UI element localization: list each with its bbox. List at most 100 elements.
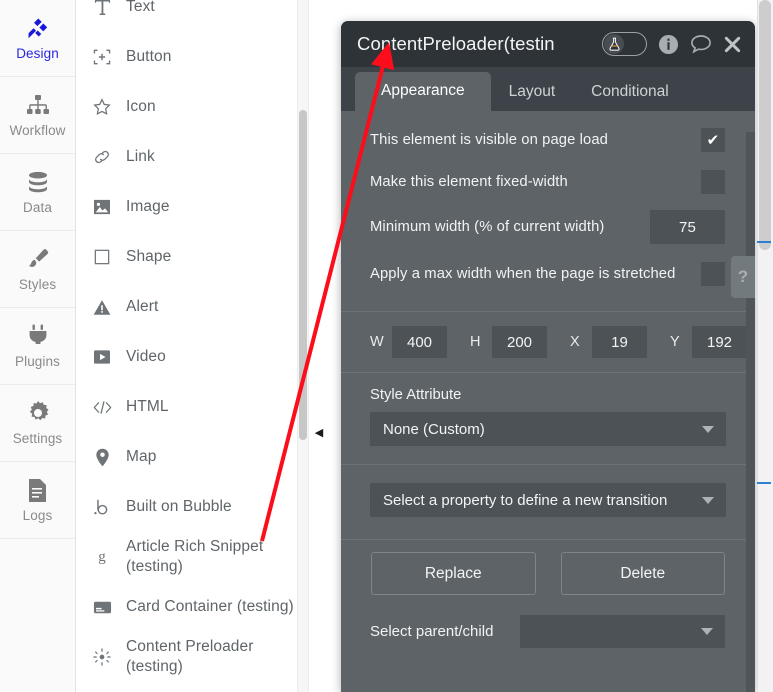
delete-button[interactable]: Delete: [561, 552, 726, 595]
palette-item-shape[interactable]: Shape: [76, 232, 311, 282]
nav-item-logs[interactable]: Logs: [0, 462, 75, 539]
button-bracket-plus-icon: [88, 45, 116, 69]
palette-item-label: Button: [126, 47, 171, 67]
checkbox-visible-on-page-load[interactable]: ✔: [701, 128, 725, 152]
nav-item-design[interactable]: Design: [0, 0, 75, 77]
alert-triangle-icon: [88, 295, 116, 319]
tab-appearance[interactable]: Appearance: [355, 72, 491, 111]
property-editor-panel: ContentPreloader(testin: [341, 21, 755, 692]
transition-section: Select a property to define a new transi…: [341, 483, 755, 517]
style-attribute-section: Style Attribute None (Custom): [341, 387, 755, 446]
comment-bubble-icon[interactable]: [690, 34, 712, 54]
nav-item-plugins[interactable]: Plugins: [0, 308, 75, 385]
dropdown-style-attribute[interactable]: None (Custom): [370, 412, 726, 446]
palette-item-built-on-bubble[interactable]: Built on Bubble: [76, 482, 311, 532]
dropdown-value: None (Custom): [383, 421, 485, 438]
divider: [341, 311, 755, 312]
palette-item-map[interactable]: Map: [76, 432, 311, 482]
palette-item-label: Video: [126, 347, 166, 367]
card-container-icon: [88, 595, 116, 619]
tab-conditional[interactable]: Conditional: [573, 74, 687, 111]
help-question-icon[interactable]: ?: [731, 256, 755, 298]
star-outline-icon: [88, 95, 116, 119]
property-panel-scrollbar[interactable]: [746, 132, 755, 692]
geometry-row: W 400 H 200 X 19 Y 192: [341, 318, 755, 366]
input-width[interactable]: 400: [392, 326, 447, 358]
checkmark-icon: ✔: [707, 131, 720, 149]
tab-layout[interactable]: Layout: [491, 74, 574, 111]
row-visible-on-page-load: This element is visible on page load ✔: [341, 119, 755, 161]
palette-item-label: Shape: [126, 247, 171, 267]
nav-item-label: Settings: [13, 431, 63, 446]
row-label: This element is visible on page load: [370, 132, 608, 148]
link-chain-icon: [88, 145, 116, 169]
scroll-accent-mark: [757, 482, 771, 484]
flask-beaker-toggle: [604, 34, 624, 54]
info-circle-icon[interactable]: [658, 34, 679, 55]
input-minimum-width[interactable]: 75: [650, 210, 725, 244]
nav-item-styles[interactable]: Styles: [0, 231, 75, 308]
snippet-g-icon: g: [88, 545, 116, 569]
page-scrollbar-thumb[interactable]: [759, 0, 771, 250]
palette-item-label: Article Rich Snippet (testing): [126, 537, 291, 578]
palette-item-label: Link: [126, 147, 155, 167]
property-editor-tabs: Appearance Layout Conditional: [341, 67, 755, 111]
row-label: Minimum width (% of current width): [370, 219, 604, 235]
nav-item-label: Workflow: [9, 123, 65, 138]
styles-brush-icon: [25, 246, 51, 272]
video-play-icon: [88, 345, 116, 369]
row-label: Make this element fixed-width: [370, 174, 568, 190]
palette-item-label: Card Container (testing): [126, 597, 294, 617]
replace-button[interactable]: Replace: [371, 552, 536, 595]
close-x-icon[interactable]: [723, 35, 742, 54]
dropdown-new-transition[interactable]: Select a property to define a new transi…: [370, 483, 726, 517]
palette-gutter: [308, 0, 330, 692]
nav-item-data[interactable]: Data: [0, 154, 75, 231]
input-y[interactable]: 192: [692, 326, 747, 358]
input-height[interactable]: 200: [492, 326, 547, 358]
shape-square-icon: [88, 245, 116, 269]
palette-item-video[interactable]: Video: [76, 332, 311, 382]
palette-scrollbar-thumb[interactable]: [299, 110, 307, 440]
palette-item-alert[interactable]: Alert: [76, 282, 311, 332]
palette-item-icon[interactable]: Icon: [76, 82, 311, 132]
palette-item-image[interactable]: Image: [76, 182, 311, 232]
palette-item-text[interactable]: Text: [76, 0, 311, 32]
nav-item-label: Design: [16, 46, 59, 61]
settings-gear-icon: [25, 400, 51, 426]
palette-item-content-preloader[interactable]: Content Preloader (testing): [76, 632, 311, 682]
workflow-sitemap-icon: [25, 92, 51, 118]
palette-item-html[interactable]: HTML: [76, 382, 311, 432]
collapse-panel-arrow-icon[interactable]: ◀: [312, 422, 326, 442]
nav-item-workflow[interactable]: Workflow: [0, 77, 75, 154]
button-label: Delete: [620, 565, 665, 583]
tab-label: Layout: [509, 83, 556, 100]
action-buttons-row: Replace Delete: [341, 552, 755, 595]
map-pin-icon: [88, 445, 116, 469]
input-x[interactable]: 19: [592, 326, 647, 358]
row-fixed-width: Make this element fixed-width: [341, 161, 755, 203]
preloader-spinner-icon: [88, 645, 116, 669]
geometry-height: H 200: [470, 326, 547, 358]
plugins-plug-icon: [25, 323, 51, 349]
property-editor-titlebar[interactable]: ContentPreloader(testin: [341, 21, 755, 67]
palette-item-label: HTML: [126, 397, 169, 417]
palette-item-article-rich-snippet[interactable]: g Article Rich Snippet (testing): [76, 532, 311, 582]
dropdown-parent-child[interactable]: [520, 615, 725, 648]
experimental-flask-toggle[interactable]: [602, 32, 647, 56]
palette-item-course-snippet[interactable]: g Course Snippet (testing): [76, 682, 311, 692]
palette-item-card-container[interactable]: Card Container (testing): [76, 582, 311, 632]
palette-item-button[interactable]: Button: [76, 32, 311, 82]
checkbox-max-width-stretched[interactable]: [701, 262, 725, 286]
checkbox-fixed-width[interactable]: [701, 170, 725, 194]
geometry-width-label: W: [370, 334, 392, 350]
palette-item-label: Built on Bubble: [126, 497, 232, 517]
nav-item-settings[interactable]: Settings: [0, 385, 75, 462]
nav-item-label: Styles: [19, 277, 56, 292]
style-attribute-title: Style Attribute: [370, 387, 726, 403]
nav-item-label: Plugins: [15, 354, 60, 369]
tab-label: Appearance: [381, 82, 465, 99]
palette-item-link[interactable]: Link: [76, 132, 311, 182]
parent-child-label: Select parent/child: [370, 623, 493, 640]
element-palette-list[interactable]: Text Button Icon: [76, 0, 311, 692]
